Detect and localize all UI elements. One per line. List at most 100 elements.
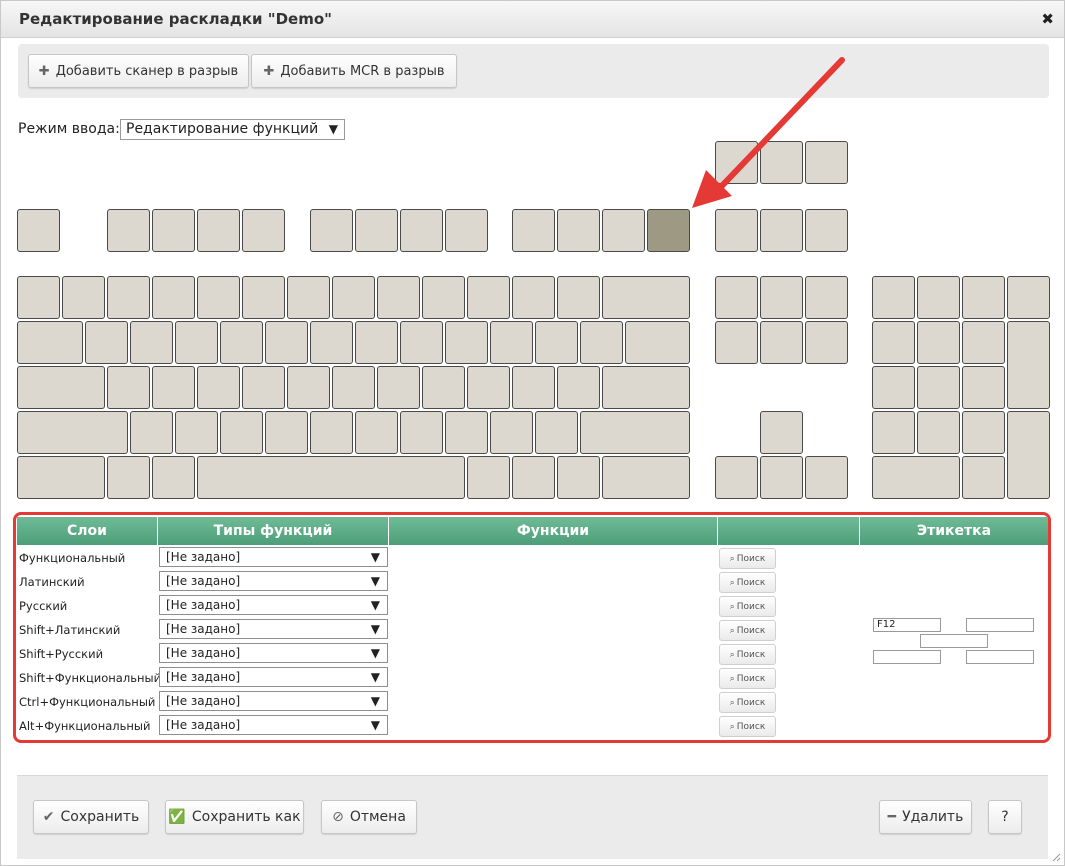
keyboard-key[interactable] — [445, 209, 488, 252]
keyboard-key[interactable] — [872, 456, 960, 499]
search-button[interactable]: ⌕ Поиск — [719, 692, 776, 713]
keyboard-key[interactable] — [760, 321, 803, 364]
keyboard-key[interactable] — [805, 456, 848, 499]
keyboard-key[interactable] — [557, 366, 600, 409]
keyboard-key[interactable] — [107, 276, 150, 319]
keyboard-key[interactable] — [265, 321, 308, 364]
keyboard-key[interactable] — [1007, 276, 1050, 319]
search-button[interactable]: ⌕ Поиск — [719, 572, 776, 593]
keyboard-key[interactable] — [467, 456, 510, 499]
keyboard-key[interactable] — [760, 456, 803, 499]
keyboard-key[interactable] — [512, 209, 555, 252]
keyboard-key[interactable] — [242, 209, 285, 252]
label-field-top-left[interactable]: F12 — [873, 618, 941, 632]
keyboard-key[interactable] — [715, 456, 758, 499]
keyboard-key[interactable] — [355, 411, 398, 454]
keyboard-key[interactable] — [197, 276, 240, 319]
search-button[interactable]: ⌕ Поиск — [719, 620, 776, 641]
keyboard-key[interactable] — [152, 366, 195, 409]
keyboard-key[interactable] — [557, 456, 600, 499]
keyboard-key[interactable] — [355, 321, 398, 364]
search-button[interactable]: ⌕ Поиск — [719, 548, 776, 569]
keyboard-key[interactable] — [917, 321, 960, 364]
keyboard-key[interactable] — [17, 321, 83, 364]
keyboard-key[interactable] — [917, 411, 960, 454]
keyboard-key[interactable] — [17, 276, 60, 319]
keyboard-key[interactable] — [332, 366, 375, 409]
keyboard-key[interactable] — [602, 456, 690, 499]
keyboard-key[interactable] — [602, 366, 690, 409]
keyboard-key[interactable] — [400, 209, 443, 252]
keyboard-key[interactable] — [805, 321, 848, 364]
search-button[interactable]: ⌕ Поиск — [719, 716, 776, 737]
search-button[interactable]: ⌕ Поиск — [719, 644, 776, 665]
keyboard-key[interactable] — [107, 456, 150, 499]
keyboard-key[interactable] — [310, 209, 353, 252]
keyboard-key[interactable] — [152, 456, 195, 499]
keyboard-key[interactable] — [512, 456, 555, 499]
search-button[interactable]: ⌕ Поиск — [719, 596, 776, 617]
label-field-bottom-right[interactable] — [966, 650, 1034, 664]
keyboard-key[interactable] — [17, 366, 105, 409]
keyboard-key[interactable] — [445, 411, 488, 454]
keyboard-key[interactable] — [580, 321, 623, 364]
save-as-button[interactable]: ✅ Сохранить как — [165, 800, 304, 834]
keyboard-key[interactable] — [130, 411, 173, 454]
keyboard-key[interactable] — [422, 276, 465, 319]
keyboard-key[interactable] — [760, 411, 803, 454]
keyboard-key[interactable] — [535, 411, 578, 454]
keyboard-key[interactable] — [805, 276, 848, 319]
keyboard-key[interactable] — [512, 276, 555, 319]
keyboard-key[interactable] — [512, 366, 555, 409]
function-type-select[interactable]: [Не задано] ▼ — [159, 643, 388, 663]
keyboard-key[interactable] — [242, 276, 285, 319]
keyboard-key[interactable] — [107, 209, 150, 252]
keyboard-key[interactable] — [197, 456, 465, 499]
keyboard-key[interactable] — [17, 209, 60, 252]
keyboard-key[interactable] — [355, 209, 398, 252]
keyboard-key[interactable] — [580, 411, 690, 454]
keyboard-key[interactable] — [557, 276, 600, 319]
keyboard-key[interactable] — [130, 321, 173, 364]
keyboard-key[interactable] — [490, 321, 533, 364]
keyboard-key[interactable] — [220, 411, 263, 454]
keyboard-key[interactable] — [287, 276, 330, 319]
close-icon[interactable]: ✖ — [1041, 10, 1054, 28]
keyboard-key[interactable] — [1007, 411, 1050, 499]
keyboard-key[interactable] — [445, 321, 488, 364]
keyboard-key[interactable] — [310, 321, 353, 364]
keyboard-key[interactable] — [467, 276, 510, 319]
label-field-bottom-left[interactable] — [873, 650, 941, 664]
function-type-select[interactable]: [Не задано] ▼ — [159, 571, 388, 591]
function-type-select[interactable]: [Не задано] ▼ — [159, 547, 388, 567]
keyboard-key[interactable] — [962, 411, 1005, 454]
keyboard-key[interactable] — [917, 276, 960, 319]
function-type-select[interactable]: [Не задано] ▼ — [159, 619, 388, 639]
keyboard-key[interactable] — [602, 276, 690, 319]
keyboard-key[interactable] — [287, 366, 330, 409]
keyboard-key[interactable] — [962, 366, 1005, 409]
keyboard-key[interactable] — [17, 456, 105, 499]
keyboard-key[interactable] — [602, 209, 645, 252]
keyboard-key[interactable] — [490, 411, 533, 454]
keyboard-key[interactable] — [872, 321, 915, 364]
keyboard-key[interactable] — [467, 366, 510, 409]
resize-grip-icon[interactable] — [1051, 852, 1061, 862]
keyboard-key[interactable] — [85, 321, 128, 364]
keyboard-key[interactable] — [220, 321, 263, 364]
keyboard-key[interactable] — [872, 276, 915, 319]
keyboard-key[interactable] — [197, 366, 240, 409]
function-type-select[interactable]: [Не задано] ▼ — [159, 691, 388, 711]
keyboard-key[interactable] — [962, 321, 1005, 364]
keyboard-key[interactable] — [1007, 321, 1050, 409]
delete-button[interactable]: ━ Удалить — [879, 800, 972, 834]
keyboard-key[interactable] — [400, 321, 443, 364]
keyboard-key[interactable] — [917, 366, 960, 409]
function-type-select[interactable]: [Не задано] ▼ — [159, 595, 388, 615]
keyboard-key[interactable] — [625, 321, 690, 364]
cancel-button[interactable]: ⊘ Отмена — [321, 800, 417, 834]
keyboard-key[interactable] — [62, 276, 105, 319]
keyboard-key[interactable] — [152, 276, 195, 319]
keyboard-key[interactable] — [872, 366, 915, 409]
keyboard-key[interactable] — [17, 411, 128, 454]
